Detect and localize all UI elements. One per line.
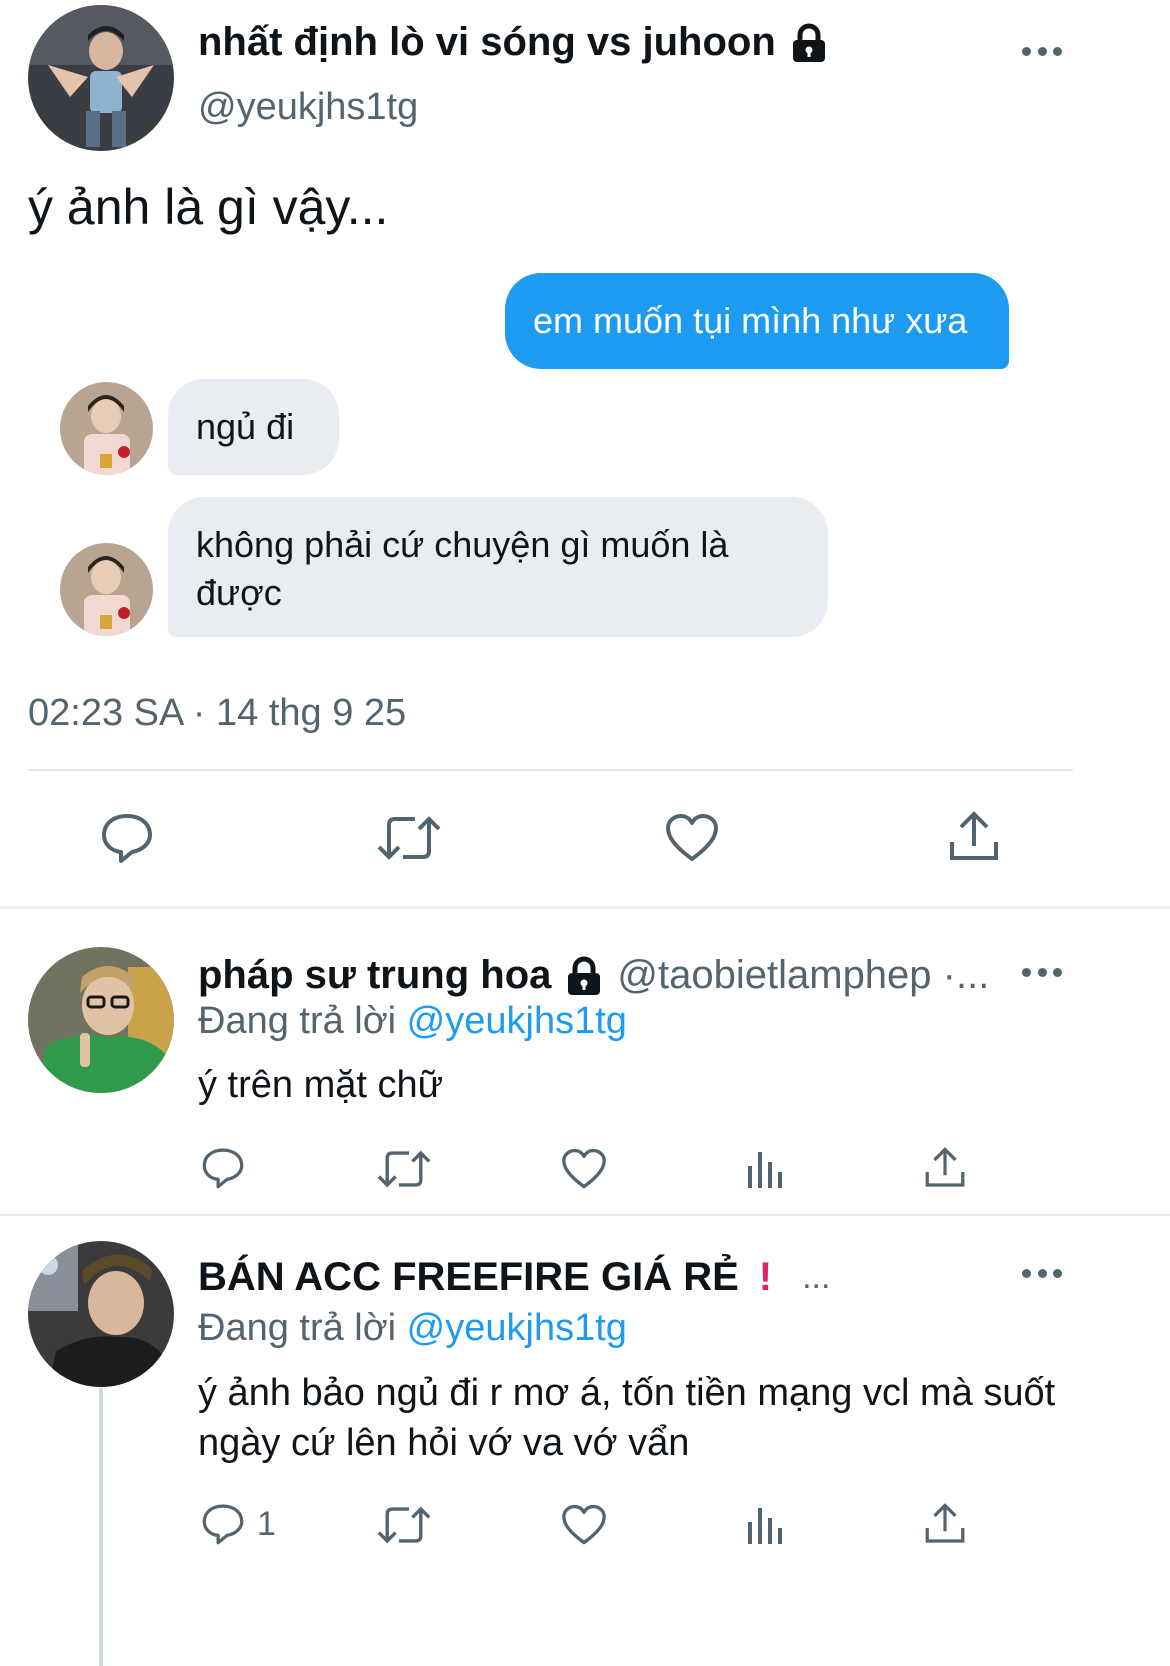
reply-author-avatar[interactable] bbox=[28, 947, 174, 1093]
main-tweet-text: ý ảnh là gì vậy... bbox=[28, 179, 389, 235]
replying-prefix: Đang trả lời bbox=[198, 1307, 397, 1349]
main-author-name-text: nhất định lò vi sóng vs juhoon bbox=[198, 20, 776, 64]
reply-header[interactable]: pháp sư trung hoa @taobietlamphep ·... bbox=[198, 953, 989, 998]
lock-icon bbox=[565, 956, 603, 996]
chat-bubble-received: ngủ đi bbox=[168, 379, 339, 475]
reply-text: ý ảnh bảo ngủ đi r mơ á, tốn tiền mạng v… bbox=[198, 1372, 1056, 1464]
tweet-timestamp[interactable]: 02:23 SA · 14 thg 9 25 bbox=[28, 692, 406, 735]
views-button[interactable] bbox=[746, 1504, 786, 1546]
share-icon bbox=[950, 811, 998, 860]
replying-prefix: Đang trả lời bbox=[198, 1000, 397, 1042]
views-button[interactable] bbox=[746, 1148, 786, 1190]
share-button[interactable] bbox=[948, 810, 1000, 864]
like-button[interactable] bbox=[665, 813, 719, 863]
replying-mention[interactable]: @yeukjhs1tg bbox=[407, 1000, 627, 1042]
like-button[interactable] bbox=[561, 1148, 607, 1190]
divider bbox=[0, 1214, 1170, 1216]
reply-icon bbox=[102, 814, 152, 863]
reply-button[interactable] bbox=[201, 1146, 245, 1190]
retweet-icon bbox=[377, 816, 441, 860]
like-button[interactable] bbox=[561, 1504, 607, 1546]
reply-author-avatar[interactable] bbox=[28, 1241, 174, 1387]
retweet-icon bbox=[377, 1506, 431, 1544]
replying-to-line: Đang trả lời @yeukjhs1tg bbox=[198, 1307, 627, 1350]
reply-icon bbox=[202, 1504, 244, 1545]
retweet-button[interactable] bbox=[377, 1148, 431, 1190]
replying-to-line: Đang trả lời @yeukjhs1tg bbox=[198, 1000, 627, 1043]
share-button[interactable] bbox=[924, 1502, 966, 1546]
reply-author-name[interactable]: pháp sư trung hoa bbox=[198, 953, 551, 998]
share-button[interactable] bbox=[924, 1146, 966, 1190]
like-icon bbox=[562, 1504, 606, 1545]
main-author-name[interactable]: nhất định lò vi sóng vs juhoon bbox=[198, 20, 828, 65]
reply-header[interactable]: BÁN ACC FREEFIRE GIÁ RẺ ! ... bbox=[198, 1255, 830, 1300]
main-more-icon[interactable] bbox=[1022, 45, 1062, 57]
reply-count: 1 bbox=[257, 1504, 276, 1543]
chat-avatar bbox=[60, 382, 153, 475]
main-author-avatar[interactable] bbox=[28, 5, 174, 151]
views-icon bbox=[748, 1152, 782, 1188]
share-icon bbox=[925, 1147, 965, 1187]
reply-more-icon[interactable] bbox=[1022, 1267, 1062, 1279]
replying-mention[interactable]: @yeukjhs1tg bbox=[407, 1307, 627, 1349]
reply-text: ý trên mặt chữ bbox=[198, 1064, 444, 1106]
share-icon bbox=[925, 1503, 965, 1543]
retweet-button[interactable] bbox=[377, 813, 441, 863]
reply-button[interactable]: 1 bbox=[201, 1502, 276, 1546]
divider bbox=[28, 769, 1073, 771]
truncation-ellipsis: ... bbox=[802, 1258, 831, 1296]
reply-more-icon[interactable] bbox=[1022, 966, 1062, 978]
exclamation-icon: ! bbox=[758, 1255, 773, 1299]
retweet-icon bbox=[377, 1150, 431, 1188]
reply-author-handle[interactable]: @taobietlamphep ·... bbox=[617, 953, 989, 998]
views-icon bbox=[748, 1508, 782, 1544]
main-author-handle[interactable]: @yeukjhs1tg bbox=[198, 86, 418, 129]
chat-bubble-sent: em muốn tụi mình như xưa bbox=[505, 273, 1009, 369]
chat-bubble-received: không phải cứ chuyện gì muốn là được bbox=[168, 497, 828, 637]
reply-author-name[interactable]: BÁN ACC FREEFIRE GIÁ RẺ bbox=[198, 1255, 739, 1300]
chat-avatar bbox=[60, 543, 153, 636]
thread-line bbox=[99, 1388, 103, 1666]
retweet-button[interactable] bbox=[377, 1504, 431, 1546]
reply-button[interactable] bbox=[100, 812, 154, 864]
lock-icon bbox=[790, 23, 828, 63]
like-icon bbox=[562, 1148, 606, 1189]
like-icon bbox=[666, 814, 718, 861]
reply-icon bbox=[202, 1148, 244, 1189]
section-divider bbox=[0, 906, 1170, 909]
